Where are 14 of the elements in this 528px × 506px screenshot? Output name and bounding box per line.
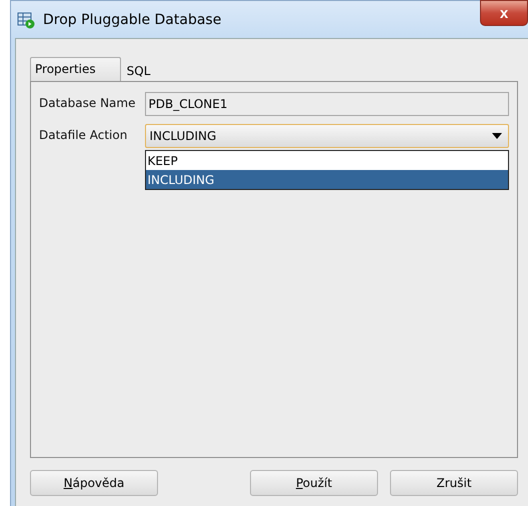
tab[interactable]: SQL [120, 60, 156, 81]
text-field[interactable]: PDB_CLONE1 [145, 92, 509, 116]
field-label: Datafile Action [39, 127, 128, 144]
tab[interactable]: Properties [30, 57, 121, 81]
window-title: Drop Pluggable Database [43, 12, 222, 28]
dialog-button[interactable]: Nápověda [30, 470, 158, 496]
database-icon [17, 10, 35, 28]
dialog-button[interactable]: Použít [250, 470, 378, 496]
dialog-button[interactable]: Zrušit [390, 470, 518, 496]
field-label: Database Name [39, 95, 136, 112]
dropdown[interactable]: INCLUDING [145, 124, 509, 148]
dropdown-option[interactable]: INCLUDING [146, 170, 508, 189]
close-button[interactable]: x [480, 0, 528, 26]
caret-icon [492, 133, 502, 139]
